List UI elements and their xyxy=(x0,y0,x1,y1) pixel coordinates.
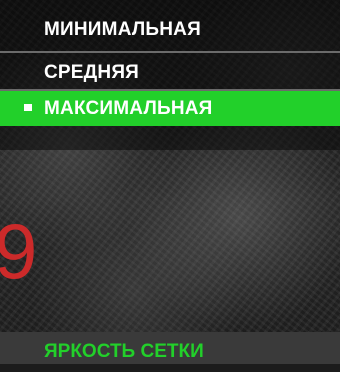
menu-title: ЯРКОСТЬ СЕТКИ xyxy=(44,341,204,362)
selected-bullet-icon xyxy=(24,104,32,111)
menu-item-maximum[interactable]: МАКСИМАЛЬНАЯ xyxy=(0,91,340,126)
reticle-brightness-menu: МИНИМАЛЬНАЯ СРЕДНЯЯ МАКСИМАЛЬНАЯ xyxy=(0,0,340,150)
menu-item-medium[interactable]: СРЕДНЯЯ xyxy=(0,56,340,89)
menu-item-label: МИНИМАЛЬНАЯ xyxy=(44,19,201,40)
overlay-number: 9 xyxy=(0,207,38,295)
menu-item-label: МАКСИМАЛЬНАЯ xyxy=(44,98,213,119)
footer-bar: ЯРКОСТЬ СЕТКИ xyxy=(0,332,340,364)
menu-item-label: СРЕДНЯЯ xyxy=(44,62,140,83)
menu-item-minimum[interactable]: МИНИМАЛЬНАЯ xyxy=(0,13,340,46)
menu-divider xyxy=(0,51,340,53)
